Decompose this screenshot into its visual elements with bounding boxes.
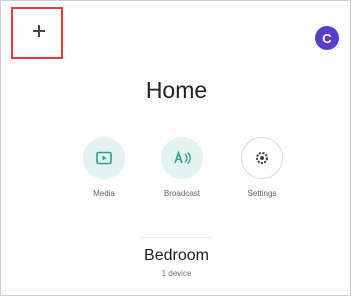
- settings-button[interactable]: [241, 137, 283, 179]
- media-label: Media: [93, 189, 115, 198]
- broadcast-button[interactable]: [161, 137, 203, 179]
- broadcast-label: Broadcast: [163, 189, 201, 198]
- settings-icon: [256, 152, 268, 164]
- add-icon[interactable]: [33, 25, 45, 37]
- broadcast-icon: [174, 150, 191, 165]
- media-button[interactable]: [83, 137, 125, 179]
- home-card: C Home Media Broadcast Settings Bedroom …: [0, 0, 351, 296]
- page-title: Home: [145, 77, 208, 103]
- media-action[interactable]: Media: [69, 137, 139, 198]
- settings-label: Settings: [247, 189, 277, 198]
- settings-action[interactable]: Settings: [227, 137, 297, 198]
- room-name[interactable]: Bedroom: [1, 247, 351, 265]
- divider: [141, 237, 211, 238]
- account-avatar[interactable]: C: [315, 26, 339, 50]
- media-icon: [96, 151, 112, 165]
- broadcast-action[interactable]: Broadcast: [147, 137, 217, 198]
- room-device-count: 1 device: [161, 269, 192, 278]
